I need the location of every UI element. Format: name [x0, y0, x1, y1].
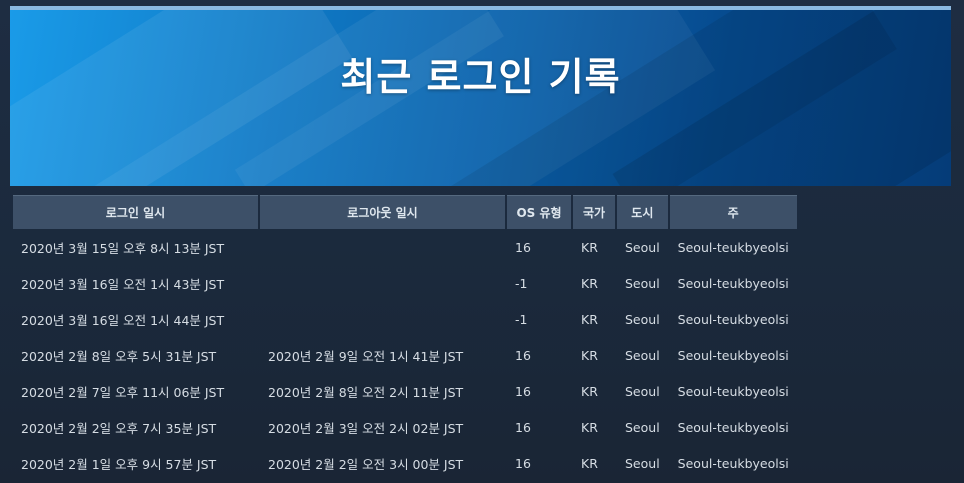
cell-state: Seoul-teukbyeolsi [677, 311, 789, 327]
cell-os-type: -1 [515, 311, 528, 327]
page-banner: 최근 로그인 기록 [10, 6, 951, 186]
cell-state: Seoul-teukbyeolsi [677, 383, 789, 399]
header-country: 국가 [573, 195, 615, 229]
cell-login-time: 2020년 3월 16일 오전 1시 44분 JST [21, 312, 225, 328]
cell-state: Seoul-teukbyeolsi [677, 275, 789, 291]
cell-os-type: 16 [515, 347, 531, 363]
cell-city: Seoul [625, 239, 660, 255]
cell-os-type: 16 [515, 455, 531, 471]
cell-city: Seoul [625, 455, 660, 471]
cell-logout-time [260, 229, 505, 265]
cell-login-time: 2020년 2월 1일 오후 9시 57분 JST [21, 456, 217, 472]
table-row: 2020년 3월 16일 오전 1시 43분 JST -1 KR Seoul S… [13, 265, 797, 301]
cell-country: KR [581, 419, 598, 435]
cell-logout-time: 2020년 2월 3일 오전 2시 02분 JST [268, 420, 464, 436]
cell-city: Seoul [625, 383, 660, 399]
cell-os-type: 16 [515, 419, 531, 435]
header-city: 도시 [617, 195, 668, 229]
cell-country: KR [581, 455, 598, 471]
cell-logout-time [260, 265, 505, 301]
cell-login-time: 2020년 3월 15일 오후 8시 13분 JST [21, 240, 225, 256]
cell-country: KR [581, 383, 598, 399]
header-logout-time: 로그아웃 일시 [260, 195, 505, 229]
page-title: 최근 로그인 기록 [340, 55, 621, 99]
table-row: 2020년 2월 8일 오후 5시 31분 JST 2020년 2월 9일 오전… [13, 337, 797, 373]
login-history-table: 로그인 일시 로그아웃 일시 OS 유형 국가 도시 주 2020년 3월 15… [11, 195, 799, 481]
cell-logout-time: 2020년 2월 9일 오전 1시 41분 JST [268, 348, 464, 364]
header-state: 주 [669, 195, 797, 229]
table-row: 2020년 2월 2일 오후 7시 35분 JST 2020년 2월 3일 오전… [13, 409, 797, 445]
header-login-time: 로그인 일시 [13, 195, 258, 229]
cell-state: Seoul-teukbyeolsi [677, 455, 789, 471]
cell-country: KR [581, 239, 598, 255]
cell-login-time: 2020년 2월 8일 오후 5시 31분 JST [21, 348, 217, 364]
cell-state: Seoul-teukbyeolsi [677, 419, 789, 435]
cell-login-time: 2020년 2월 2일 오후 7시 35분 JST [21, 420, 217, 436]
table-row: 2020년 2월 1일 오후 9시 57분 JST 2020년 2월 2일 오전… [13, 445, 797, 481]
cell-country: KR [581, 347, 598, 363]
cell-login-time: 2020년 2월 7일 오후 11시 06분 JST [21, 384, 225, 400]
cell-os-type: 16 [515, 239, 531, 255]
table-row: 2020년 3월 16일 오전 1시 44분 JST -1 KR Seoul S… [13, 301, 797, 337]
table-row: 2020년 2월 7일 오후 11시 06분 JST 2020년 2월 8일 오… [13, 373, 797, 409]
cell-country: KR [581, 311, 598, 327]
cell-logout-time [260, 301, 505, 337]
table-header-row: 로그인 일시 로그아웃 일시 OS 유형 국가 도시 주 [13, 195, 797, 229]
cell-country: KR [581, 275, 598, 291]
cell-logout-time: 2020년 2월 2일 오전 3시 00분 JST [268, 456, 464, 472]
cell-city: Seoul [625, 419, 660, 435]
cell-logout-time: 2020년 2월 8일 오전 2시 11분 JST [268, 384, 464, 400]
cell-os-type: 16 [515, 383, 531, 399]
table-row: 2020년 3월 15일 오후 8시 13분 JST 16 KR Seoul S… [13, 229, 797, 265]
cell-city: Seoul [625, 347, 660, 363]
cell-login-time: 2020년 3월 16일 오전 1시 43분 JST [21, 276, 225, 292]
cell-os-type: -1 [515, 275, 528, 291]
header-os-type: OS 유형 [507, 195, 571, 229]
cell-state: Seoul-teukbyeolsi [677, 239, 789, 255]
cell-state: Seoul-teukbyeolsi [677, 347, 789, 363]
cell-city: Seoul [625, 275, 660, 291]
cell-city: Seoul [625, 311, 660, 327]
